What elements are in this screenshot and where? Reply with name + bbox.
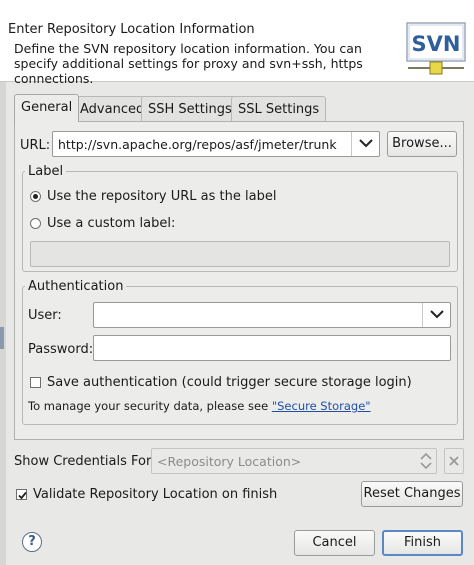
- tab-ssl-settings[interactable]: SSL Settings: [231, 96, 327, 121]
- clear-credentials-button[interactable]: [444, 448, 464, 474]
- user-dropdown-button[interactable]: [422, 303, 450, 327]
- security-data-text: To manage your security data, please see…: [28, 399, 371, 413]
- url-label: URL:: [20, 138, 51, 153]
- chevron-down-icon: [359, 139, 373, 148]
- cancel-button[interactable]: Cancel: [294, 530, 375, 556]
- checkmark-icon: [18, 491, 27, 500]
- password-input[interactable]: [93, 335, 451, 361]
- dialog-title: Enter Repository Location Information: [8, 22, 255, 37]
- custom-label-input[interactable]: [30, 241, 450, 267]
- radio-use-repo-url[interactable]: [30, 191, 41, 202]
- chevron-down-icon: [430, 310, 444, 319]
- tab-general[interactable]: General: [14, 94, 80, 122]
- browse-button[interactable]: Browse...: [387, 131, 457, 157]
- user-label: User:: [28, 308, 62, 323]
- show-credentials-combo[interactable]: <Repository Location>: [151, 448, 437, 474]
- close-icon: [449, 456, 459, 466]
- dialog-description: Define the SVN repository location infor…: [14, 41, 363, 86]
- url-dropdown-button[interactable]: [351, 132, 379, 156]
- password-label: Password:: [28, 342, 94, 357]
- show-credentials-label: Show Credentials For:: [14, 454, 156, 469]
- user-combo[interactable]: [93, 302, 451, 328]
- label-group-title: Label: [28, 164, 64, 179]
- authentication-group-title: Authentication: [28, 279, 124, 294]
- reset-changes-button[interactable]: Reset Changes: [361, 481, 463, 507]
- finish-button[interactable]: Finish: [382, 530, 463, 556]
- help-icon[interactable]: ?: [22, 532, 42, 552]
- security-data-prefix: To manage your security data, please see: [28, 399, 272, 413]
- secure-storage-link[interactable]: "Secure Storage": [272, 399, 371, 413]
- radio-use-repo-url-label: Use the repository URL as the label: [47, 189, 277, 204]
- url-combo[interactable]: http://svn.apache.org/repos/asf/jmeter/t…: [52, 131, 380, 157]
- save-authentication-label: Save authentication (could trigger secur…: [47, 375, 412, 390]
- tab-ssh-settings[interactable]: SSH Settings: [141, 96, 239, 121]
- validate-location-label: Validate Repository Location on finish: [33, 487, 278, 502]
- validate-location-checkbox[interactable]: [16, 489, 27, 500]
- save-authentication-checkbox[interactable]: [30, 377, 41, 388]
- radio-custom-label-label: Use a custom label:: [47, 216, 176, 231]
- tab-advanced[interactable]: Advanced: [73, 96, 152, 121]
- dialog-header: Enter Repository Location Information De…: [0, 0, 474, 86]
- up-down-arrows-icon: [420, 452, 432, 470]
- show-credentials-placeholder: <Repository Location>: [157, 454, 302, 469]
- svn-logo-icon: SVN: [406, 22, 466, 75]
- radio-custom-label[interactable]: [30, 218, 41, 229]
- left-window-edge: [0, 82, 6, 565]
- svn-logo-text: SVN: [412, 32, 461, 56]
- url-value: http://svn.apache.org/repos/asf/jmeter/t…: [58, 137, 337, 152]
